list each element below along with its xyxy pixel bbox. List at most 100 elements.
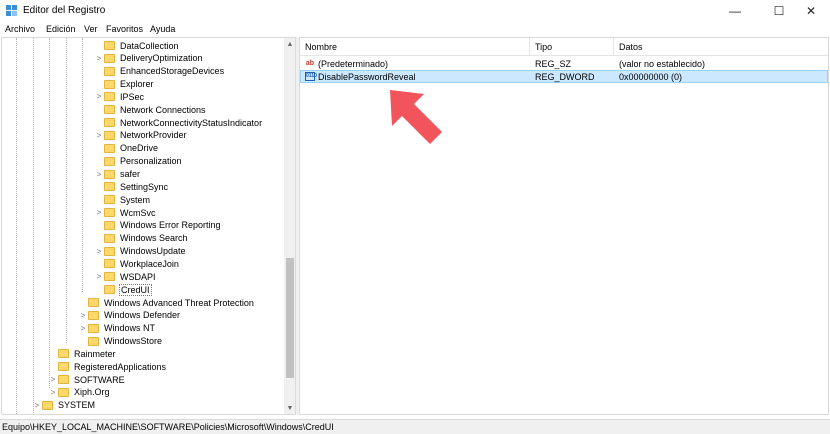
- tree-item-label: DeliveryOptimization: [120, 53, 203, 64]
- value-data: (valor no establecido): [619, 58, 706, 69]
- tree-item[interactable]: > Windows Defender: [78, 309, 181, 322]
- tree-item-label: NetworkProvider: [120, 130, 187, 141]
- value-row[interactable]: ab (Predeterminado) REG_SZ (valor no est…: [300, 57, 828, 70]
- expand-chevron-icon[interactable]: >: [94, 208, 104, 217]
- tree-item[interactable]: EnhancedStorageDevices: [94, 65, 225, 78]
- menu-favoritos[interactable]: Favoritos: [106, 24, 143, 34]
- tree-item[interactable]: CredUI: [94, 283, 152, 296]
- tree-item[interactable]: RegisteredApplications: [48, 360, 167, 373]
- folder-icon: [58, 362, 69, 372]
- tree-item-label: Explorer: [120, 79, 154, 90]
- registry-editor-icon: [6, 5, 17, 16]
- menu-ayuda[interactable]: Ayuda: [150, 24, 175, 34]
- registry-path: Equipo\HKEY_LOCAL_MACHINE\SOFTWARE\Polic…: [2, 422, 334, 432]
- column-tipo[interactable]: Tipo: [530, 38, 614, 56]
- tree-item[interactable]: > DeliveryOptimization: [94, 52, 204, 65]
- scroll-down-icon[interactable]: ▼: [284, 402, 295, 414]
- expand-chevron-icon[interactable]: >: [94, 92, 104, 101]
- tree-item-label: Xiph.Org: [74, 387, 110, 398]
- key-tree[interactable]: DataCollection > DeliveryOptimization Enhan…: [1, 37, 296, 415]
- expand-chevron-icon[interactable]: >: [94, 131, 104, 140]
- list-header: Nombre Tipo Datos: [300, 38, 828, 56]
- folder-icon: [104, 130, 115, 140]
- expand-chevron-icon[interactable]: >: [78, 324, 88, 333]
- tree-item[interactable]: > Xiph.Org: [48, 386, 111, 399]
- tree-item[interactable]: > WSDAPI: [94, 270, 157, 283]
- tree-item[interactable]: DataCollection: [94, 39, 180, 52]
- folder-icon: [104, 285, 115, 295]
- tree-scrollbar[interactable]: ▲ ▼: [284, 38, 295, 414]
- tree-item-label: WSDAPI: [120, 271, 156, 282]
- tree-item-label: Rainmeter: [74, 348, 116, 359]
- tree-item[interactable]: > Windows NT: [78, 322, 156, 335]
- tree-item[interactable]: Explorer: [94, 78, 155, 91]
- tree-item[interactable]: Rainmeter: [48, 347, 117, 360]
- tree-item[interactable]: Personalization: [94, 155, 183, 168]
- folder-icon: [104, 169, 115, 179]
- close-button[interactable]: ✕: [792, 0, 830, 22]
- expand-chevron-icon[interactable]: >: [94, 170, 104, 179]
- scrollbar-thumb[interactable]: [286, 258, 294, 378]
- expand-chevron-icon[interactable]: >: [48, 388, 58, 397]
- value-name: DisablePasswordReveal: [318, 71, 416, 82]
- value-name-cell: ab (Predeterminado): [305, 57, 388, 70]
- folder-icon: [104, 92, 115, 102]
- tree-item-label: Windows Advanced Threat Protection: [104, 297, 254, 308]
- tree-item[interactable]: System: [94, 193, 151, 206]
- menu-archivo[interactable]: Archivo: [5, 24, 35, 34]
- tree-item[interactable]: Network Connections: [94, 103, 207, 116]
- menu-ver[interactable]: Ver: [84, 24, 98, 34]
- tree-item-label: EnhancedStorageDevices: [120, 66, 225, 77]
- tree-item[interactable]: > WindowsUpdate: [94, 245, 187, 258]
- scroll-up-icon[interactable]: ▲: [284, 38, 295, 50]
- tree-item[interactable]: NetworkConnectivityStatusIndicator: [94, 116, 263, 129]
- folder-icon: [42, 400, 53, 410]
- tree-item-label: SOFTWARE: [74, 374, 125, 385]
- column-datos[interactable]: Datos: [614, 38, 828, 56]
- tree-item[interactable]: SettingSync: [94, 180, 169, 193]
- value-type: REG_DWORD: [535, 71, 595, 82]
- tree-item[interactable]: > SYSTEM: [32, 399, 96, 412]
- tree-item[interactable]: > WcmSvc: [94, 206, 157, 219]
- tree-item[interactable]: Windows Search: [94, 232, 189, 245]
- tree-item-label: CredUI: [119, 283, 152, 296]
- column-nombre[interactable]: Nombre: [300, 38, 530, 56]
- expand-chevron-icon[interactable]: >: [94, 247, 104, 256]
- tree-item[interactable]: > SOFTWARE: [48, 373, 126, 386]
- tree-item-label: DataCollection: [120, 40, 179, 51]
- status-bar: Equipo\HKEY_LOCAL_MACHINE\SOFTWARE\Polic…: [0, 419, 830, 434]
- menu-edicion[interactable]: Edición: [46, 24, 76, 34]
- tree-item-label: Network Connections: [120, 104, 206, 115]
- tree-item[interactable]: WindowsStore: [78, 335, 163, 348]
- tree-item-label: WindowsUpdate: [120, 246, 186, 257]
- tree-item[interactable]: Windows Error Reporting: [94, 219, 222, 232]
- folder-icon: [104, 41, 115, 50]
- folder-icon: [104, 220, 115, 230]
- folder-icon: [104, 66, 115, 76]
- expand-chevron-icon[interactable]: >: [94, 54, 104, 63]
- minimize-button[interactable]: —: [716, 0, 754, 22]
- minimize-icon: —: [729, 4, 741, 18]
- expand-chevron-icon[interactable]: >: [32, 401, 42, 410]
- tree-item[interactable]: Windows Advanced Threat Protection: [78, 296, 255, 309]
- folder-icon: [104, 105, 115, 115]
- string-value-icon: ab: [305, 60, 315, 67]
- tree-item[interactable]: > IPSec: [94, 90, 145, 103]
- expand-chevron-icon[interactable]: >: [94, 272, 104, 281]
- tree-item[interactable]: > NetworkProvider: [94, 129, 188, 142]
- window-title: Editor del Registro: [23, 5, 106, 16]
- tree-item-label: Personalization: [120, 156, 182, 167]
- folder-icon: [88, 336, 99, 346]
- tree-item-label: NetworkConnectivityStatusIndicator: [120, 117, 263, 128]
- folder-icon: [88, 310, 99, 320]
- tree-item[interactable]: > safer: [94, 168, 141, 181]
- expand-chevron-icon[interactable]: >: [48, 375, 58, 384]
- tree-item[interactable]: OneDrive: [94, 142, 159, 155]
- folder-icon: [104, 246, 115, 256]
- folder-icon: [58, 349, 69, 359]
- expand-chevron-icon[interactable]: >: [78, 311, 88, 320]
- maximize-icon: ☐: [773, 4, 785, 18]
- values-list[interactable]: Nombre Tipo Datos ab (Predeterminado) RE…: [299, 37, 829, 415]
- tree-item-label: Windows NT: [104, 323, 156, 334]
- tree-item[interactable]: WorkplaceJoin: [94, 257, 180, 270]
